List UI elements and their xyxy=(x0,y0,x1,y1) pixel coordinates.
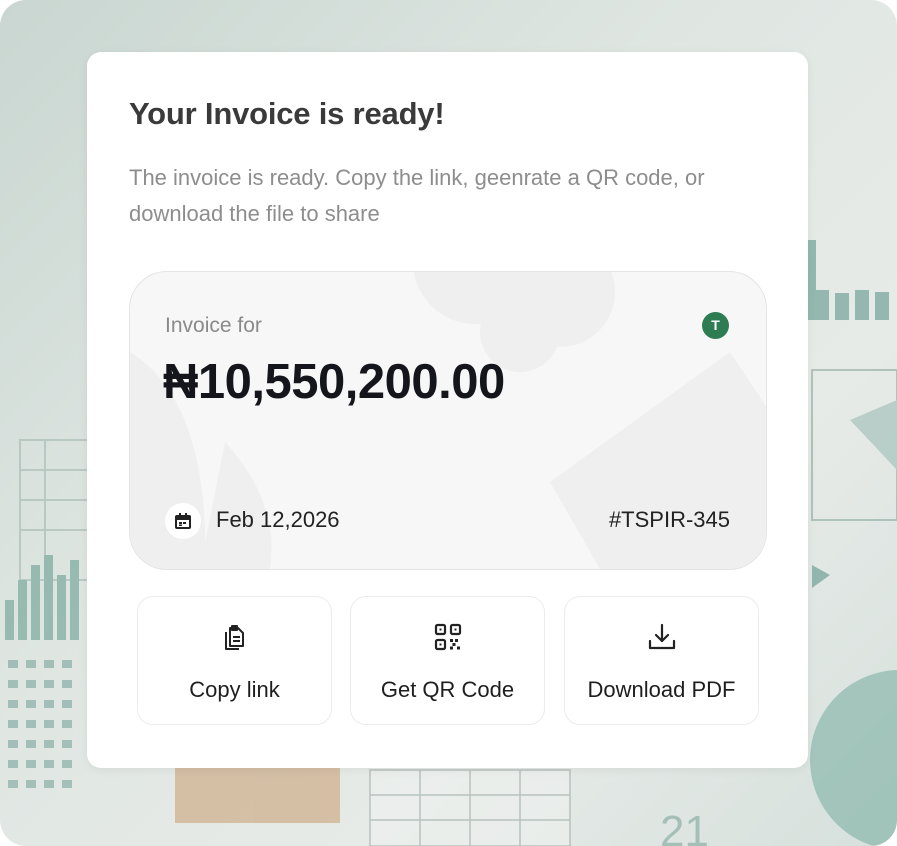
dialog-title: Your Invoice is ready! xyxy=(129,96,445,131)
invoice-amount: ₦10,550,200.00 xyxy=(163,355,505,409)
copy-link-label: Copy link xyxy=(189,677,280,702)
background-frame: 21 Your Invoice is ready! The invoice is… xyxy=(0,0,897,846)
download-icon xyxy=(646,621,678,653)
copy-clipboard-icon xyxy=(219,621,251,653)
qr-code-icon xyxy=(432,621,464,653)
invoice-date: Feb 12,2026 xyxy=(216,507,340,532)
svg-text:21: 21 xyxy=(660,807,709,846)
dialog-subtitle: The invoice is ready. Copy the link, gee… xyxy=(129,165,705,226)
invoice-ready-dialog: Your Invoice is ready! The invoice is re… xyxy=(87,52,808,768)
avatar: T xyxy=(702,312,729,339)
download-pdf-label: Download PDF xyxy=(587,677,736,702)
invoice-for-label: Invoice for xyxy=(165,314,262,337)
download-pdf-button[interactable]: Download PDF xyxy=(564,596,759,725)
calendar-icon xyxy=(165,503,201,539)
invoice-summary-card: Invoice for T ₦10,550,200.00 Feb 12,2026… xyxy=(129,271,767,570)
invoice-number: #TSPIR-345 xyxy=(608,507,730,532)
get-qr-code-button[interactable]: Get QR Code xyxy=(350,596,545,725)
get-qr-code-label: Get QR Code xyxy=(380,677,515,702)
copy-link-button[interactable]: Copy link xyxy=(137,596,332,725)
